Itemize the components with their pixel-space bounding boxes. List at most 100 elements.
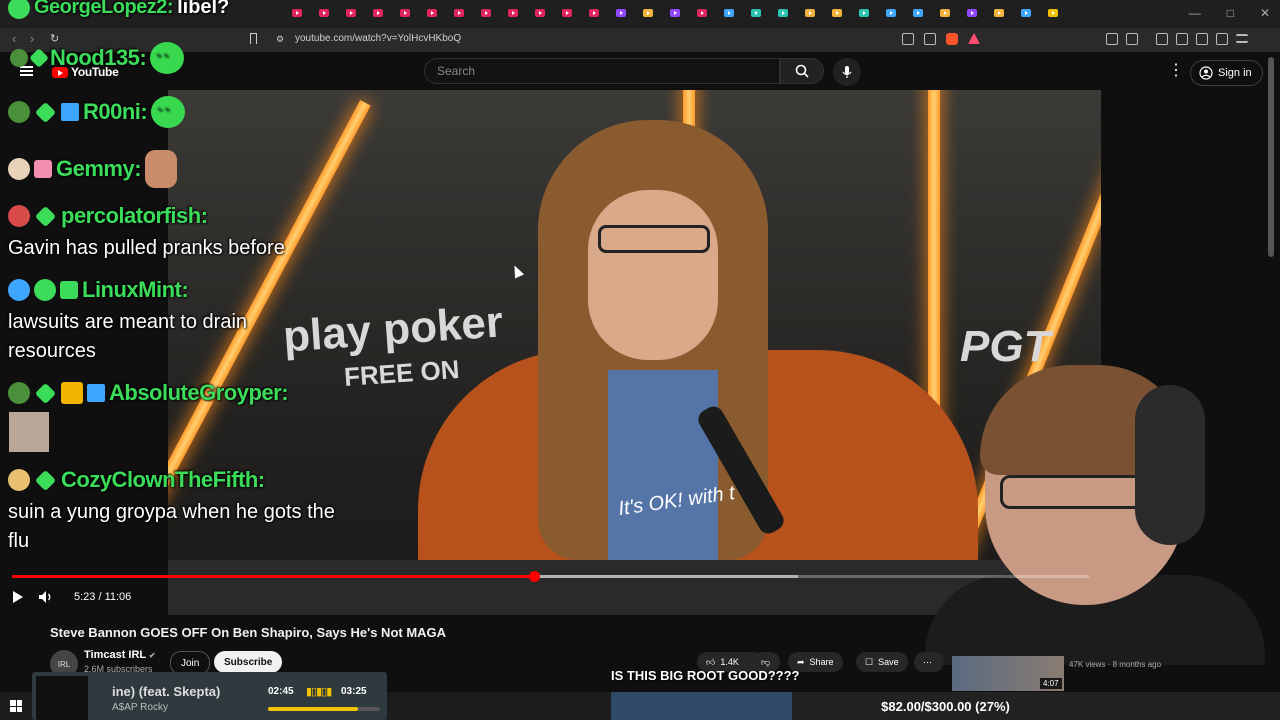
browser-tab[interactable] <box>425 6 439 20</box>
streamer-headphones <box>1135 385 1205 545</box>
wallet-icon[interactable] <box>1196 33 1208 45</box>
browser-tab[interactable] <box>749 6 763 20</box>
thumbs-down-icon: 👎︎ <box>761 656 771 667</box>
share-icon: ➦ <box>797 656 805 667</box>
brave-rewards-icon[interactable] <box>968 33 980 44</box>
brave-shield-icon[interactable] <box>946 33 958 45</box>
play-icon[interactable] <box>12 590 24 604</box>
chat-username: percolatorfish: <box>61 203 208 228</box>
extensions-icon[interactable] <box>1106 33 1118 45</box>
minimize-icon[interactable]: — <box>1189 6 1201 20</box>
chat-message: suin a yung groypa when he gots the flu <box>8 501 335 552</box>
browser-tab[interactable] <box>776 6 790 20</box>
diamond-badge-icon <box>29 48 49 68</box>
browser-tab[interactable] <box>992 6 1006 20</box>
tab-favicon-icon <box>427 9 437 17</box>
browser-tab[interactable] <box>722 6 736 20</box>
browser-tab[interactable] <box>938 6 952 20</box>
search-button[interactable] <box>780 58 824 84</box>
browser-tab[interactable] <box>965 6 979 20</box>
browser-tab[interactable] <box>344 6 358 20</box>
diamond-badge-icon <box>34 101 57 123</box>
site-info-icon[interactable]: ⚙ <box>276 34 284 45</box>
browser-tabs <box>290 6 1060 20</box>
streamer-glasses <box>1000 475 1150 509</box>
tab-favicon-icon <box>967 9 977 17</box>
sign-in-button[interactable]: Sign in <box>1190 60 1263 86</box>
search-icon <box>795 64 809 78</box>
host-face <box>588 190 718 360</box>
pepe-badge-icon <box>8 101 30 123</box>
browser-tab[interactable] <box>857 6 871 20</box>
browser-tab[interactable] <box>884 6 898 20</box>
sidebar-icon[interactable] <box>1176 33 1188 45</box>
save-button[interactable]: ☐ Save <box>856 652 908 672</box>
bookmark-icon[interactable] <box>250 33 257 44</box>
verified-icon: ✔ <box>149 651 156 660</box>
menu-icon[interactable] <box>1236 34 1248 43</box>
browser-tab[interactable] <box>1046 6 1060 20</box>
browser-tab[interactable] <box>533 6 547 20</box>
browser-tab[interactable] <box>695 6 709 20</box>
browser-tab[interactable] <box>371 6 385 20</box>
microphone-icon <box>842 66 852 78</box>
channel-name[interactable]: Timcast IRL ✔ <box>84 649 156 661</box>
browser-tab[interactable] <box>614 6 628 20</box>
browser-tab[interactable] <box>317 6 331 20</box>
browser-tab[interactable] <box>398 6 412 20</box>
chat-username: GeorgeLopez2: <box>34 0 174 18</box>
media-icon[interactable] <box>1156 33 1168 45</box>
voice-search-button[interactable] <box>833 58 861 86</box>
sign-in-label: Sign in <box>1218 67 1252 79</box>
chat-line: CozyClownTheFifth: <box>8 467 265 493</box>
browser-tab[interactable] <box>668 6 682 20</box>
browser-tab[interactable] <box>560 6 574 20</box>
more-actions-button[interactable]: ⋯ <box>914 652 944 672</box>
chat-username: AbsoluteGroyper: <box>109 380 289 405</box>
tab-favicon-icon <box>670 9 680 17</box>
track-progress <box>268 707 380 711</box>
tab-favicon-icon <box>508 9 518 17</box>
video-progress-bar[interactable] <box>12 571 1089 582</box>
track-title: ine) (feat. Skepta) <box>112 684 221 699</box>
browser-tab[interactable] <box>1019 6 1033 20</box>
close-icon[interactable]: ✕ <box>1260 6 1270 20</box>
restore-icon[interactable]: □ <box>1227 6 1234 20</box>
url-field[interactable]: youtube.com/watch?v=YolHcvHKboQ <box>295 33 461 44</box>
browser-tab[interactable] <box>479 6 493 20</box>
search-box <box>424 58 780 84</box>
browser-tab[interactable] <box>290 6 304 20</box>
vpn-icon[interactable] <box>1216 33 1228 45</box>
track-artist: A$AP Rocky <box>112 702 168 713</box>
sword-badge-icon <box>61 103 79 121</box>
crown-badge-icon <box>61 382 83 404</box>
screenshot-icon[interactable] <box>1126 33 1138 45</box>
tab-favicon-icon <box>346 9 356 17</box>
tab-favicon-icon <box>616 9 626 17</box>
cast-icon[interactable] <box>902 33 914 45</box>
browser-tab[interactable] <box>830 6 844 20</box>
share-page-icon[interactable] <box>924 33 936 45</box>
tab-favicon-icon <box>994 9 1004 17</box>
chat-message: Gavin has pulled pranks before <box>8 237 285 259</box>
browser-tab[interactable] <box>911 6 925 20</box>
tab-favicon-icon <box>778 9 788 17</box>
search-input[interactable] <box>425 59 769 83</box>
diamond-badge-icon <box>34 469 57 491</box>
tab-favicon-icon <box>751 9 761 17</box>
browser-tab[interactable] <box>803 6 817 20</box>
page-scrollbar[interactable] <box>1268 57 1274 257</box>
browser-tab[interactable] <box>452 6 466 20</box>
settings-menu-icon[interactable]: ⋮ <box>1168 63 1184 79</box>
browser-tab[interactable] <box>506 6 520 20</box>
tab-favicon-icon <box>319 9 329 17</box>
chat-line: GeorgeLopez2: libel? <box>8 0 229 19</box>
browser-tab[interactable] <box>641 6 655 20</box>
subscribe-button[interactable]: Subscribe <box>214 651 283 673</box>
windows-start-icon[interactable] <box>10 700 22 712</box>
played-bar <box>12 575 535 578</box>
browser-tab[interactable] <box>587 6 601 20</box>
volume-icon[interactable] <box>38 590 54 604</box>
time-display: 5:23 / 11:06 <box>74 591 132 603</box>
tab-favicon-icon <box>886 9 896 17</box>
